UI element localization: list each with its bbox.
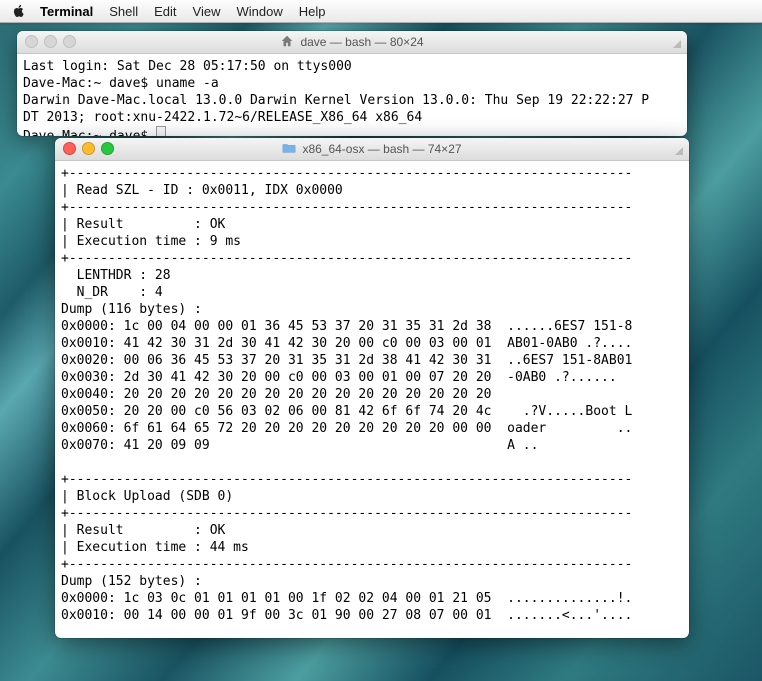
- terminal-line: +---------------------------------------…: [61, 166, 632, 181]
- terminal-window-2[interactable]: x86_64-osx — bash — 74×27 +-------------…: [55, 138, 689, 638]
- cursor-icon: [156, 126, 166, 136]
- apple-menu-icon[interactable]: [12, 4, 26, 18]
- terminal-line: 0x0020: 00 06 36 45 53 37 20 31 35 31 2d…: [61, 353, 632, 368]
- traffic-lights: [25, 35, 76, 48]
- terminal-window-1[interactable]: dave — bash — 80×24 Last login: Sat Dec …: [17, 31, 687, 136]
- menu-window[interactable]: Window: [237, 4, 283, 19]
- terminal-line: 0x0060: 6f 61 64 65 72 20 20 20 20 20 20…: [61, 421, 632, 436]
- terminal-line: 0x0000: 1c 03 0c 01 01 01 01 00 1f 02 02…: [61, 591, 632, 606]
- folder-icon: [282, 141, 296, 158]
- proxy-corner-icon[interactable]: [671, 143, 683, 155]
- window-title: x86_64-osx — bash — 74×27: [302, 142, 461, 156]
- terminal-line: | Read SZL - ID : 0x0011, IDX 0x0000: [61, 183, 343, 198]
- minimize-icon[interactable]: [44, 35, 57, 48]
- terminal-line: Darwin Dave-Mac.local 13.0.0 Darwin Kern…: [23, 93, 649, 108]
- terminal-line: | Result : OK: [61, 523, 225, 538]
- terminal-line: | Result : OK: [61, 217, 225, 232]
- zoom-icon[interactable]: [101, 142, 114, 155]
- terminal-line: | Execution time : 9 ms: [61, 234, 241, 249]
- zoom-icon[interactable]: [63, 35, 76, 48]
- terminal-line: 0x0050: 20 20 00 c0 56 03 02 06 00 81 42…: [61, 404, 632, 419]
- terminal-line: 0x0070: 41 20 09 09 A ..: [61, 438, 538, 453]
- terminal-line: LENTHDR : 28: [61, 268, 171, 283]
- menu-edit[interactable]: Edit: [154, 4, 176, 19]
- minimize-icon[interactable]: [82, 142, 95, 155]
- titlebar[interactable]: dave — bash — 80×24: [17, 31, 687, 54]
- system-menubar: Terminal Shell Edit View Window Help: [0, 0, 762, 23]
- terminal-line: +---------------------------------------…: [61, 506, 632, 521]
- terminal-body[interactable]: +---------------------------------------…: [55, 161, 689, 628]
- proxy-corner-icon[interactable]: [669, 36, 681, 48]
- terminal-line: 0x0010: 00 14 00 00 01 9f 00 3c 01 90 00…: [61, 608, 632, 623]
- terminal-line: Last login: Sat Dec 28 05:17:50 on ttys0…: [23, 59, 352, 74]
- close-icon[interactable]: [25, 35, 38, 48]
- terminal-line: Dump (116 bytes) :: [61, 302, 202, 317]
- home-icon: [280, 34, 294, 51]
- menu-shell[interactable]: Shell: [109, 4, 138, 19]
- terminal-body[interactable]: Last login: Sat Dec 28 05:17:50 on ttys0…: [17, 54, 687, 136]
- terminal-line: | Block Upload (SDB 0): [61, 489, 233, 504]
- terminal-line: Dave-Mac:~ dave$ uname -a: [23, 76, 219, 91]
- terminal-prompt: Dave-Mac:~ dave$: [23, 129, 156, 136]
- terminal-line: +---------------------------------------…: [61, 472, 632, 487]
- terminal-line: Dump (152 bytes) :: [61, 574, 202, 589]
- window-title: dave — bash — 80×24: [300, 35, 423, 49]
- traffic-lights: [63, 142, 114, 155]
- terminal-line: | Execution time : 44 ms: [61, 540, 249, 555]
- terminal-line: 0x0010: 41 42 30 31 2d 30 41 42 30 20 00…: [61, 336, 632, 351]
- terminal-line: +---------------------------------------…: [61, 251, 632, 266]
- terminal-line: 0x0000: 1c 00 04 00 00 01 36 45 53 37 20…: [61, 319, 632, 334]
- terminal-line: 0x0030: 2d 30 41 42 30 20 00 c0 00 03 00…: [61, 370, 632, 385]
- close-icon[interactable]: [63, 142, 76, 155]
- menubar-app-name[interactable]: Terminal: [40, 4, 93, 19]
- terminal-line: +---------------------------------------…: [61, 557, 632, 572]
- menu-help[interactable]: Help: [299, 4, 326, 19]
- terminal-line: +---------------------------------------…: [61, 200, 632, 215]
- terminal-line: N_DR : 4: [61, 285, 163, 300]
- titlebar[interactable]: x86_64-osx — bash — 74×27: [55, 138, 689, 161]
- desktop: Terminal Shell Edit View Window Help dav…: [0, 0, 762, 681]
- terminal-line: 0x0040: 20 20 20 20 20 20 20 20 20 20 20…: [61, 387, 632, 402]
- terminal-line: DT 2013; root:xnu-2422.1.72~6/RELEASE_X8…: [23, 110, 422, 125]
- menu-view[interactable]: View: [193, 4, 221, 19]
